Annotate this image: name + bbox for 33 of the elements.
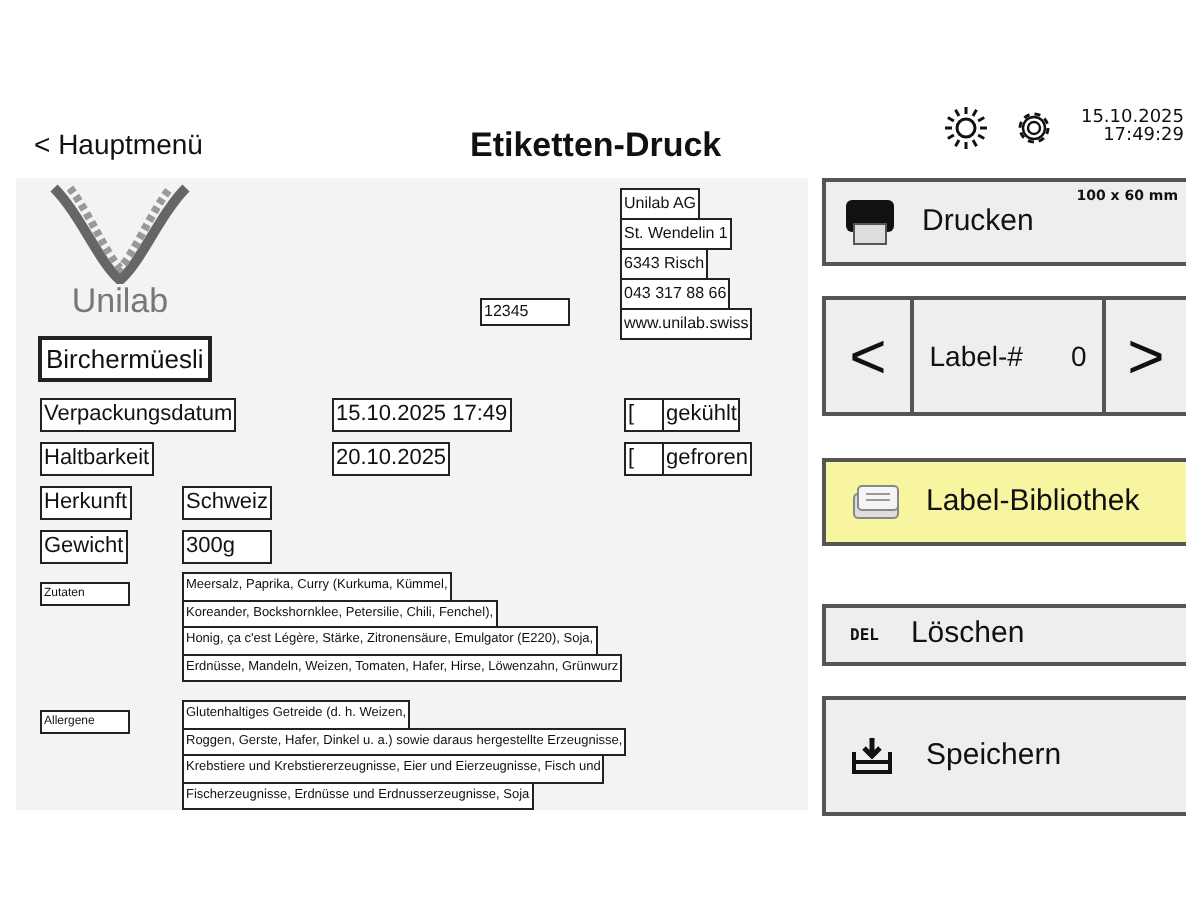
previous-button[interactable]: <: [822, 296, 910, 416]
checkbox-bracket: [: [624, 442, 664, 476]
delete-button[interactable]: DEL Löschen: [822, 604, 1186, 666]
delete-label: Löschen: [910, 614, 1025, 655]
date-value: 20.10.2025: [332, 442, 451, 476]
label-number-caption: Label-#: [929, 337, 1023, 375]
storage-label: gefroren: [662, 442, 752, 476]
checkbox-bracket: [: [624, 398, 664, 432]
field-value: Schweiz: [182, 486, 272, 520]
save-button[interactable]: Speichern: [822, 696, 1186, 816]
logo-text: Unilab: [71, 284, 169, 318]
del-key-label: DEL: [850, 623, 879, 647]
field-label: Haltbarkeit: [40, 442, 154, 476]
field-label: Gewicht: [40, 530, 128, 564]
field-value: 300g: [182, 530, 272, 564]
logo-mark-icon: [50, 184, 190, 284]
back-link[interactable]: < Hauptmenü: [34, 124, 203, 166]
page-title: Etiketten-Druck: [470, 124, 722, 168]
brightness-icon: [944, 106, 989, 150]
field-label: Verpackungsdatum: [40, 398, 237, 432]
status-time: 17:49:29: [1103, 128, 1184, 146]
label-number-field: 12345: [480, 298, 570, 326]
next-button[interactable]: >: [1106, 296, 1186, 416]
date-value: 15.10.2025 17:49: [332, 398, 512, 432]
printer-icon: [842, 196, 898, 248]
label-library-button[interactable]: Label-Bibliothek: [822, 458, 1186, 546]
label-stack-icon: [850, 482, 902, 522]
product-name: Birchermüesli: [38, 336, 212, 382]
storage-label: gekühlt: [662, 398, 741, 432]
status-date: 15.10.2025: [1080, 110, 1184, 128]
field-label: Herkunft: [40, 486, 132, 520]
label-number-value: 0: [1070, 337, 1087, 375]
save-tray-icon: [850, 736, 894, 776]
